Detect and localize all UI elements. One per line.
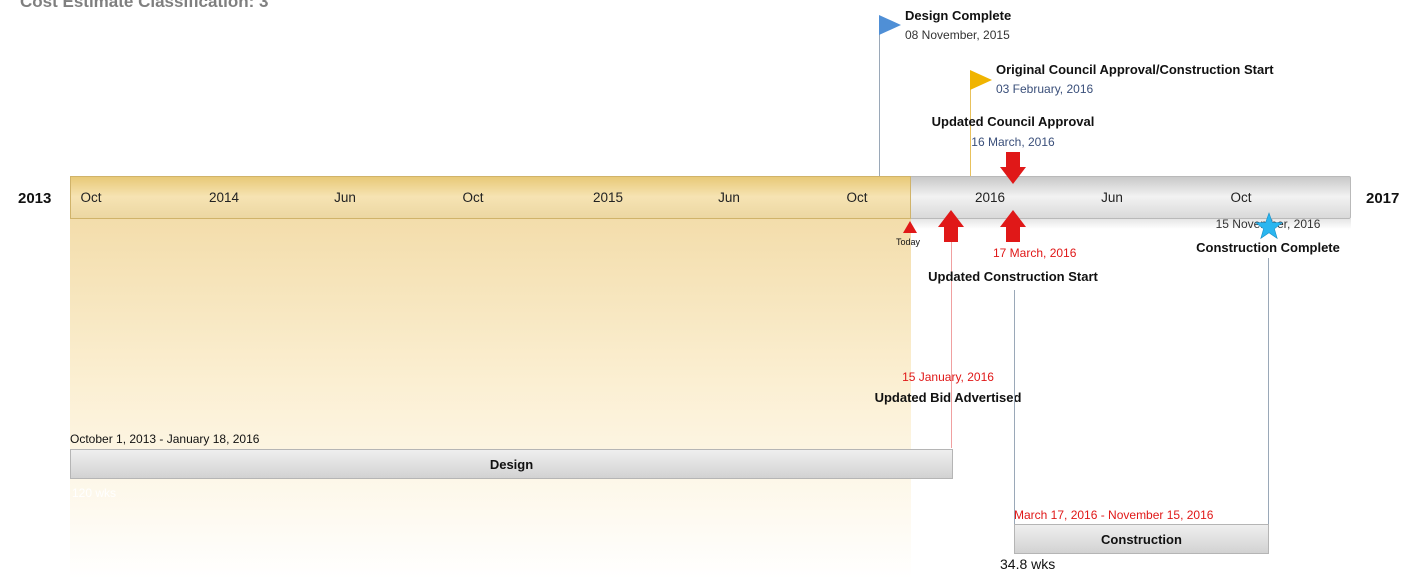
design-task-bar[interactable]: Design	[70, 449, 953, 479]
yellow-flag-icon[interactable]	[970, 70, 992, 90]
original-approval-date: 03 February, 2016	[996, 82, 1094, 96]
tick-label: Jun	[334, 190, 356, 205]
today-marker-icon	[903, 221, 917, 233]
page-title: Cost Estimate Classification: 3	[20, 0, 269, 11]
blue-star-icon[interactable]	[1254, 212, 1284, 240]
construction-start-date: 17 March, 2016	[993, 246, 1077, 260]
updated-approval-date: 16 March, 2016	[971, 135, 1055, 149]
design-complete-leader-line	[879, 22, 880, 176]
timeline-elapsed-band	[70, 176, 911, 219]
construction-duration: 34.8 wks	[1000, 556, 1056, 572]
construction-task-bar[interactable]: Construction	[1014, 524, 1269, 554]
construction-date-range: March 17, 2016 - November 15, 2016	[1014, 508, 1214, 522]
construction-complete-title: Construction Complete	[1196, 240, 1340, 255]
elapsed-shading	[70, 219, 911, 579]
timeline-start-year: 2013	[18, 190, 52, 207]
design-complete-title: Design Complete	[905, 8, 1012, 23]
red-up-arrow-icon[interactable]	[938, 210, 964, 242]
tick-label: Oct	[1230, 190, 1252, 205]
red-up-arrow-icon[interactable]	[1000, 210, 1026, 242]
blue-flag-icon[interactable]	[879, 15, 901, 35]
construction-start-leader-line	[1014, 290, 1015, 524]
original-approval-title: Original Council Approval/Construction S…	[996, 62, 1274, 77]
tick-label: 2016	[974, 190, 1006, 205]
tick-label: Oct	[80, 190, 102, 205]
bid-advertised-date: 15 January, 2016	[902, 370, 994, 384]
design-complete-date: 08 November, 2015	[905, 28, 1010, 42]
timeline-end-year: 2017	[1366, 190, 1400, 207]
tick-label: Oct	[462, 190, 484, 205]
bid-advertised-title: Updated Bid Advertised	[874, 390, 1022, 405]
tick-label: Jun	[718, 190, 740, 205]
design-date-range: October 1, 2013 - January 18, 2016	[70, 432, 260, 446]
construction-complete-leader-line	[1268, 258, 1269, 524]
red-down-arrow-icon[interactable]	[1000, 152, 1026, 184]
tick-label: 2015	[592, 190, 624, 205]
tick-label: Jun	[1101, 190, 1123, 205]
today-label: Today	[896, 237, 921, 247]
construction-start-title: Updated Construction Start	[928, 269, 1098, 284]
tick-label: 2014	[208, 190, 240, 205]
updated-approval-title: Updated Council Approval	[931, 114, 1095, 129]
design-duration: 120 wks	[72, 486, 117, 500]
tick-label: Oct	[846, 190, 868, 205]
